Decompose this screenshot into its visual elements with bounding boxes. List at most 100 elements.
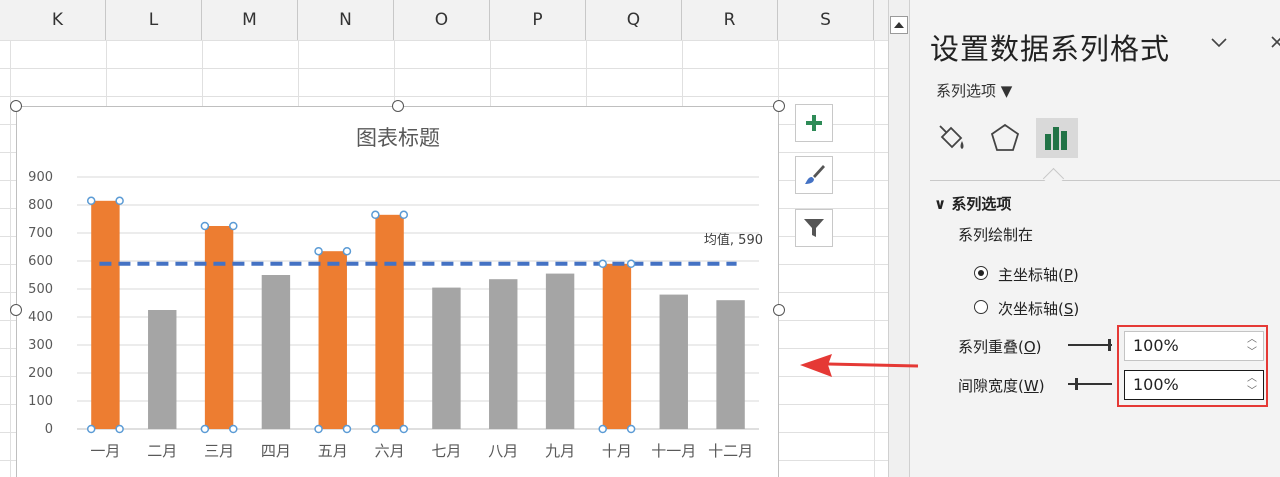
row-gridline [0,68,888,69]
chart-resize-handle-top[interactable] [392,100,404,112]
column-header-l[interactable]: L [106,0,202,40]
bar-2[interactable] [148,310,177,429]
bar-9[interactable] [545,273,575,429]
column-header-s[interactable]: S [778,0,874,40]
series-overlap-slider[interactable] [1068,344,1112,346]
y-tick-label: 600 [28,254,53,269]
bar-selection-handle[interactable] [86,424,96,434]
secondary-axis-label[interactable]: 次坐标轴(S) [998,298,1079,319]
pane-close-button[interactable] [1270,30,1280,55]
column-header-p[interactable]: P [490,0,586,40]
close-icon [1271,36,1280,48]
chart-title[interactable]: 图表标题 [356,126,440,150]
bar-11[interactable] [659,294,688,429]
pane-title: 设置数据系列格式 [930,32,1171,66]
bar-10[interactable] [602,263,632,429]
bar-selection-handle[interactable] [314,424,323,434]
x-tick-label: 三月 [204,442,234,460]
column-header-m[interactable]: M [202,0,298,40]
chart-resize-handle-right[interactable] [773,304,785,316]
scroll-up-button[interactable] [890,16,908,34]
bar-selection-handle[interactable] [314,246,323,256]
bar-selection-handle[interactable] [115,196,124,206]
primary-axis-radio[interactable] [974,266,988,280]
triangle-up-icon [894,22,904,28]
bar-chart[interactable]: 图表标题 0 100 200 300 400 500 600 700 800 900 均值, 59… [17,107,780,477]
paint-bucket-icon [939,125,964,149]
column-header-r[interactable]: R [682,0,778,40]
bar-selection-handle[interactable] [399,210,409,220]
bar-6[interactable] [375,214,404,429]
gap-width-slider-thumb[interactable] [1075,378,1078,390]
pane-options-button[interactable] [1210,30,1228,55]
bar-1[interactable] [91,200,120,429]
chart-resize-handle-left[interactable] [10,304,22,316]
bar-selection-handle[interactable] [229,424,238,434]
bar-selection-handle[interactable] [342,424,352,434]
bar-12[interactable] [716,300,745,429]
series-overlap-label: 系列重叠(O) [958,338,1042,356]
plot-series-on-label: 系列绘制在 [958,226,1034,244]
x-tick-label: 七月 [431,442,461,460]
bar-selection-handle[interactable] [371,424,380,434]
highlight-box-annotation [1117,325,1268,407]
vertical-scrollbar[interactable] [888,0,910,477]
y-tick-label: 800 [28,198,53,213]
bar-selection-handle[interactable] [626,424,636,434]
bar-4[interactable] [261,275,291,429]
spreadsheet-area[interactable]: K L M N O P Q R S 图表标题 0 100 200 300 400 500 6… [0,0,888,477]
bar-7[interactable] [432,287,461,429]
bar-selection-handle[interactable] [371,210,380,220]
bar-selection-handle[interactable] [200,221,210,231]
bar-5[interactable] [318,251,347,429]
x-tick-label: 十月 [602,442,632,460]
y-tick-label: 400 [28,310,53,325]
chart-styles-button[interactable] [795,156,833,194]
chart-resize-handle-top-left[interactable] [10,100,22,112]
series-options-dropdown[interactable]: 系列选项 ▼ [936,80,1012,101]
bar-8[interactable] [489,279,518,429]
column-header-k[interactable]: K [10,0,106,40]
x-tick-label: 八月 [488,442,518,460]
bar-selection-handle[interactable] [229,221,238,231]
chart-filters-button[interactable] [795,209,833,247]
filter-icon [804,219,824,237]
bar-selection-handle[interactable] [626,259,636,269]
y-tick-label: 100 [28,394,53,409]
secondary-axis-radio[interactable] [974,300,988,314]
chevron-down-small-icon: ∨ [934,195,952,213]
series-options-section-header[interactable]: ∨ 系列选项 [934,193,1011,214]
x-tick-label: 二月 [147,442,177,460]
column-header-n[interactable]: N [298,0,394,40]
bar-chart-icon [1045,127,1067,150]
chart-resize-handle-top-right[interactable] [773,100,785,112]
section-title: 系列选项 [951,195,1012,213]
series-overlap-slider-thumb[interactable] [1108,339,1111,351]
bar-selection-handle[interactable] [86,196,96,206]
tab-series-options[interactable] [1036,118,1078,158]
bar-selection-handle[interactable] [598,259,607,269]
x-tick-label: 十二月 [708,442,753,460]
column-header-q[interactable]: Q [586,0,682,40]
x-tick-label: 六月 [375,442,405,460]
primary-axis-label[interactable]: 主坐标轴(P) [998,264,1079,285]
bar-3[interactable] [204,226,234,429]
y-tick-label: 500 [28,282,53,297]
column-header-o[interactable]: O [394,0,490,40]
chevron-down-icon [1211,38,1227,48]
bar-selection-handle[interactable] [200,424,210,434]
red-arrow-annotation [800,354,919,377]
average-data-label[interactable]: 均值, 590 [704,232,763,248]
chart-elements-button[interactable] [795,104,833,142]
bar-selection-handle[interactable] [399,424,409,434]
chart-area[interactable]: 图表标题 0 100 200 300 400 500 600 700 800 900 均值, 59… [16,106,779,477]
tab-fill-line[interactable] [930,118,972,158]
x-tick-label: 十一月 [651,442,696,460]
x-tick-label: 五月 [318,442,348,460]
y-tick-label: 700 [28,226,53,241]
bar-selection-handle[interactable] [598,424,607,434]
tab-effects[interactable] [984,118,1026,158]
x-tick-label: 四月 [261,442,291,460]
bar-selection-handle[interactable] [342,246,352,256]
bar-selection-handle[interactable] [115,424,124,434]
